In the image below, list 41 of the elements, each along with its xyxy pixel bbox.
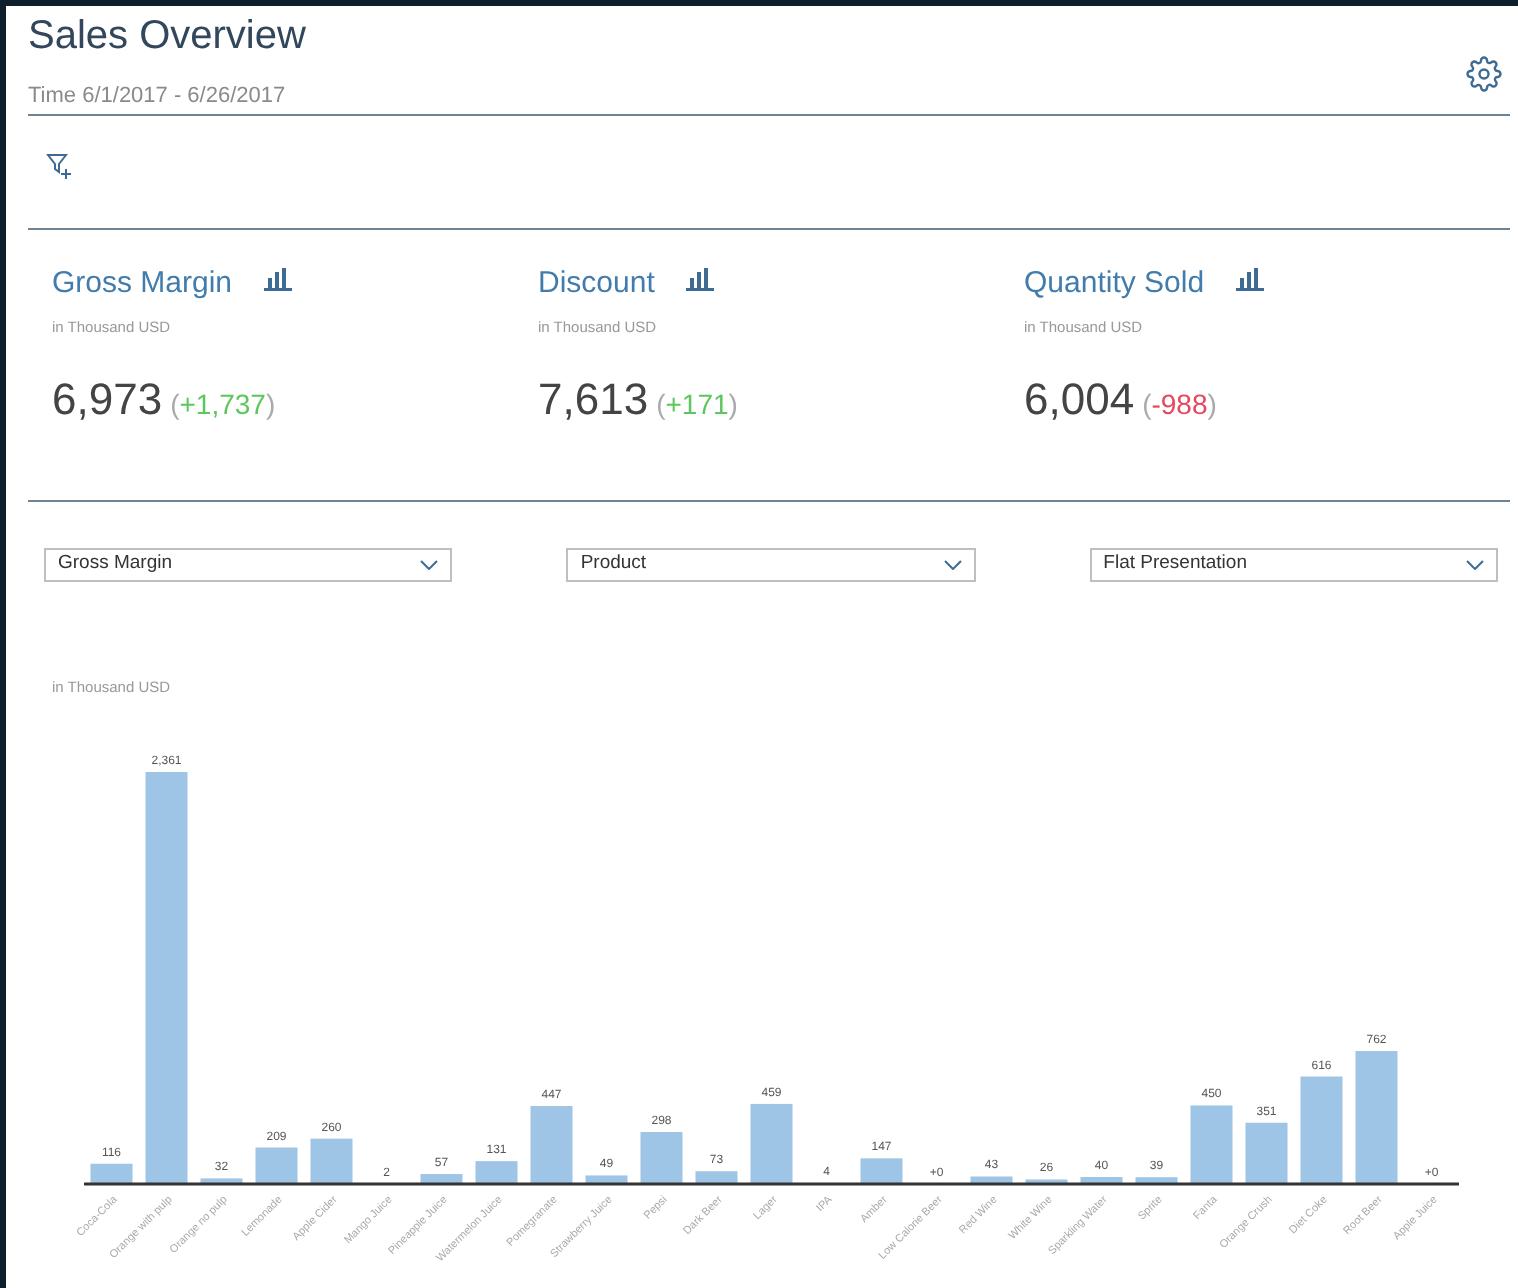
bar <box>970 1176 1013 1184</box>
bar <box>750 1103 793 1184</box>
bar-chart-icon[interactable] <box>264 265 293 292</box>
bar <box>585 1175 628 1184</box>
dropdown[interactable]: Flat Presentation <box>1089 548 1498 582</box>
bar <box>310 1138 353 1184</box>
bar <box>1025 1179 1068 1184</box>
kpi-value: 6,973 <box>52 371 163 428</box>
kpi-delta: (-988) <box>1142 385 1217 424</box>
chevron-down-icon <box>1465 560 1484 570</box>
chevron-down-icon <box>420 560 439 570</box>
bar <box>1355 1051 1398 1184</box>
time-range: Time 6/1/2017 - 6/26/2017 <box>28 82 288 112</box>
bar <box>200 1178 243 1184</box>
bar <box>1190 1105 1233 1184</box>
bar <box>90 1163 133 1184</box>
dropdown[interactable]: Gross Margin <box>44 548 453 582</box>
kpi-value: 6,004 <box>1024 371 1135 428</box>
page-title: Sales Overview <box>28 12 306 62</box>
settings-icon[interactable] <box>1466 56 1502 92</box>
kpi-delta: (+1,737) <box>170 385 276 424</box>
kpi-title[interactable]: Quantity Sold <box>1024 262 1205 307</box>
bar <box>530 1106 573 1184</box>
bar-chart-icon[interactable] <box>686 265 715 292</box>
kpi-title[interactable]: Discount <box>538 262 655 307</box>
kpi-title[interactable]: Gross Margin <box>52 262 233 307</box>
bar <box>255 1147 298 1184</box>
add-filter-icon[interactable] <box>46 152 74 180</box>
chevron-down-icon <box>943 560 962 570</box>
dropdown[interactable]: Product <box>566 548 976 582</box>
bar <box>1080 1177 1123 1184</box>
bar <box>1300 1076 1343 1184</box>
bar <box>420 1174 463 1184</box>
bar <box>860 1158 903 1184</box>
bar <box>475 1161 518 1184</box>
bar <box>640 1132 683 1184</box>
bar-chart-icon[interactable] <box>1236 265 1265 292</box>
bar <box>1245 1122 1288 1184</box>
bar <box>1135 1177 1178 1184</box>
kpi-value: 7,613 <box>538 371 649 428</box>
kpi-delta: (+171) <box>656 385 738 424</box>
